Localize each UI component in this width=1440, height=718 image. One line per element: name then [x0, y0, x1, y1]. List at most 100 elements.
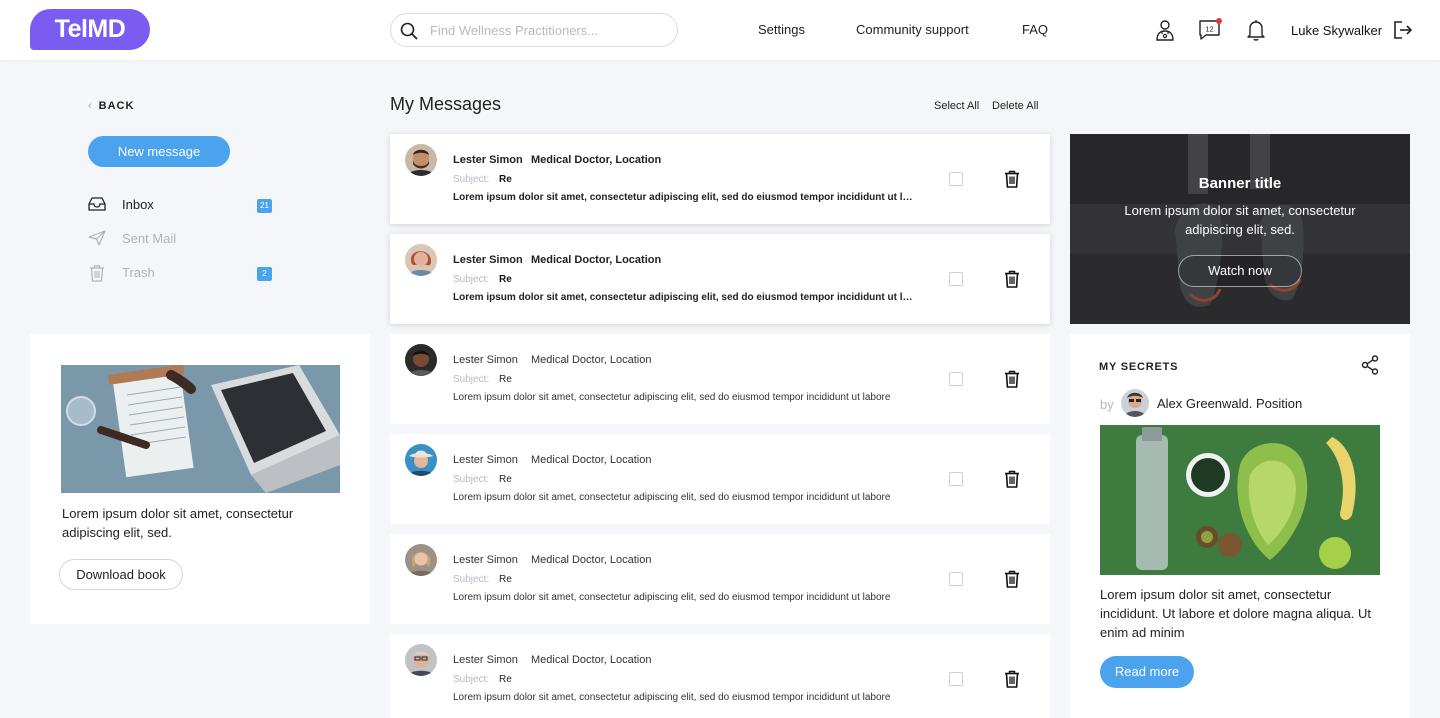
sender-avatar[interactable]: [405, 144, 437, 176]
subject-label: Subject:: [453, 574, 490, 585]
back-label: BACK: [98, 100, 135, 112]
message-row[interactable]: Lester Simon Medical Doctor, Location Subj…: [390, 434, 1050, 524]
subject-label: Subject:: [453, 474, 490, 485]
message-preview: Lorem ipsum dolor sit amet, consectetur …: [453, 592, 891, 603]
promo-banner: Banner title Lorem ipsum dolor sit amet,…: [1070, 134, 1410, 324]
folder-label: Trash: [122, 265, 155, 280]
sender-avatar[interactable]: [405, 544, 437, 576]
back-link[interactable]: ‹ BACK: [88, 100, 134, 112]
message-role: Medical Doctor, Location: [531, 154, 662, 166]
message-sender: Lester Simon: [453, 154, 523, 166]
author-name[interactable]: Alex Greenwald. Position: [1157, 396, 1302, 411]
delete-message-trash-icon[interactable]: [1004, 670, 1020, 693]
message-sender: Lester Simon: [453, 454, 518, 466]
search-icon: [400, 22, 418, 40]
book-image: [61, 365, 340, 493]
message-row[interactable]: Lester Simon Medical Doctor, Location Subj…: [390, 634, 1050, 718]
message-row[interactable]: Lester Simon Medical Doctor, Location Subj…: [390, 534, 1050, 624]
nav-community-support[interactable]: Community support: [856, 22, 969, 37]
message-count: 12: [1205, 25, 1213, 34]
bell-icon[interactable]: [1244, 18, 1268, 42]
by-label: by: [1100, 397, 1114, 412]
user-name[interactable]: Luke Skywalker: [1291, 23, 1382, 38]
message-checkbox[interactable]: [949, 472, 963, 486]
trash-icon: [90, 265, 104, 282]
message-sender: Lester Simon: [453, 254, 523, 266]
message-checkbox[interactable]: [949, 172, 963, 186]
delete-all-link[interactable]: Delete All: [992, 100, 1038, 112]
top-header: TelMD Settings Community support FAQ 12 …: [0, 0, 1440, 60]
book-card: Lorem ipsum dolor sit amet, consectetur …: [30, 334, 370, 624]
secrets-text: Lorem ipsum dolor sit amet, consectetur …: [1100, 587, 1371, 640]
message-role: Medical Doctor, Location: [531, 254, 662, 266]
watch-now-button[interactable]: Watch now: [1178, 255, 1302, 287]
book-description: Lorem ipsum dolor sit amet, consectetur …: [62, 506, 294, 540]
subject-label: Subject:: [453, 174, 490, 185]
folder-label: Sent Mail: [122, 231, 177, 246]
message-preview: Lorem ipsum dolor sit amet, consectetur …: [453, 392, 891, 403]
chevron-left-icon: ‹: [88, 100, 93, 112]
message-subject: Re: [499, 574, 512, 585]
messages-icon[interactable]: 12: [1198, 18, 1224, 42]
message-row[interactable]: Lester Simon Medical Doctor, Location Subj…: [390, 334, 1050, 424]
delete-message-trash-icon[interactable]: [1004, 270, 1020, 293]
send-icon: [88, 230, 106, 246]
secrets-title: MY SECRETS: [1099, 361, 1179, 373]
message-subject: Re: [499, 274, 512, 285]
message-sender: Lester Simon: [453, 654, 518, 666]
subject-label: Subject:: [453, 374, 490, 385]
nav-faq[interactable]: FAQ: [1022, 22, 1048, 37]
telmd-logo[interactable]: TelMD: [30, 9, 150, 50]
message-role: Medical Doctor, Location: [531, 454, 652, 466]
message-subject: Re: [499, 374, 512, 385]
doctor-icon[interactable]: [1153, 18, 1177, 42]
subject-label: Subject:: [453, 274, 490, 285]
sender-avatar[interactable]: [405, 644, 437, 676]
practitioner-search[interactable]: [390, 13, 678, 47]
my-secrets-card: MY SECRETS by Alex Greenwald. Position L…: [1070, 334, 1410, 718]
nav-settings[interactable]: Settings: [758, 22, 805, 37]
download-book-button[interactable]: Download book: [59, 559, 183, 590]
message-role: Medical Doctor, Location: [531, 354, 652, 366]
message-checkbox[interactable]: [949, 372, 963, 386]
sender-avatar[interactable]: [405, 344, 437, 376]
message-row[interactable]: Lester Simon Medical Doctor, Location Subj…: [390, 234, 1050, 324]
message-subject: Re: [499, 174, 512, 185]
share-icon[interactable]: [1361, 355, 1379, 380]
message-subject: Re: [499, 674, 512, 685]
delete-message-trash-icon[interactable]: [1004, 170, 1020, 193]
message-preview: Lorem ipsum dolor sit amet, consectetur …: [453, 292, 913, 303]
page-title: My Messages: [390, 94, 502, 114]
secrets-image: [1100, 425, 1380, 575]
message-checkbox[interactable]: [949, 572, 963, 586]
message-preview: Lorem ipsum dolor sit amet, consectetur …: [453, 692, 891, 703]
message-sender: Lester Simon: [453, 354, 518, 366]
new-message-button[interactable]: New message: [88, 136, 230, 167]
sender-avatar[interactable]: [405, 444, 437, 476]
author-avatar[interactable]: [1121, 389, 1149, 417]
message-checkbox[interactable]: [949, 672, 963, 686]
folder-trash[interactable]: Trash 2: [88, 261, 278, 283]
banner-title: Banner title: [1198, 175, 1282, 192]
select-all-link[interactable]: Select All: [934, 100, 979, 112]
banner-text: Lorem ipsum dolor sit amet, consectetur …: [1124, 203, 1356, 237]
folder-badge: 21: [257, 199, 272, 213]
logout-icon[interactable]: [1392, 18, 1414, 42]
folder-sent-mail[interactable]: Sent Mail: [88, 227, 278, 249]
folder-badge: 2: [257, 267, 272, 281]
message-sender: Lester Simon: [453, 554, 518, 566]
subject-label: Subject:: [453, 674, 490, 685]
folder-label: Inbox: [122, 197, 154, 212]
message-role: Medical Doctor, Location: [531, 554, 652, 566]
message-preview: Lorem ipsum dolor sit amet, consectetur …: [453, 492, 891, 503]
message-checkbox[interactable]: [949, 272, 963, 286]
read-more-button[interactable]: Read more: [1100, 656, 1194, 688]
delete-message-trash-icon[interactable]: [1004, 470, 1020, 493]
message-row[interactable]: Lester Simon Medical Doctor, Location Subj…: [390, 134, 1050, 224]
search-input[interactable]: [430, 14, 670, 46]
delete-message-trash-icon[interactable]: [1004, 370, 1020, 393]
message-preview: Lorem ipsum dolor sit amet, consectetur …: [453, 192, 913, 203]
sender-avatar[interactable]: [405, 244, 437, 276]
delete-message-trash-icon[interactable]: [1004, 570, 1020, 593]
folder-inbox[interactable]: Inbox 21: [88, 193, 278, 215]
